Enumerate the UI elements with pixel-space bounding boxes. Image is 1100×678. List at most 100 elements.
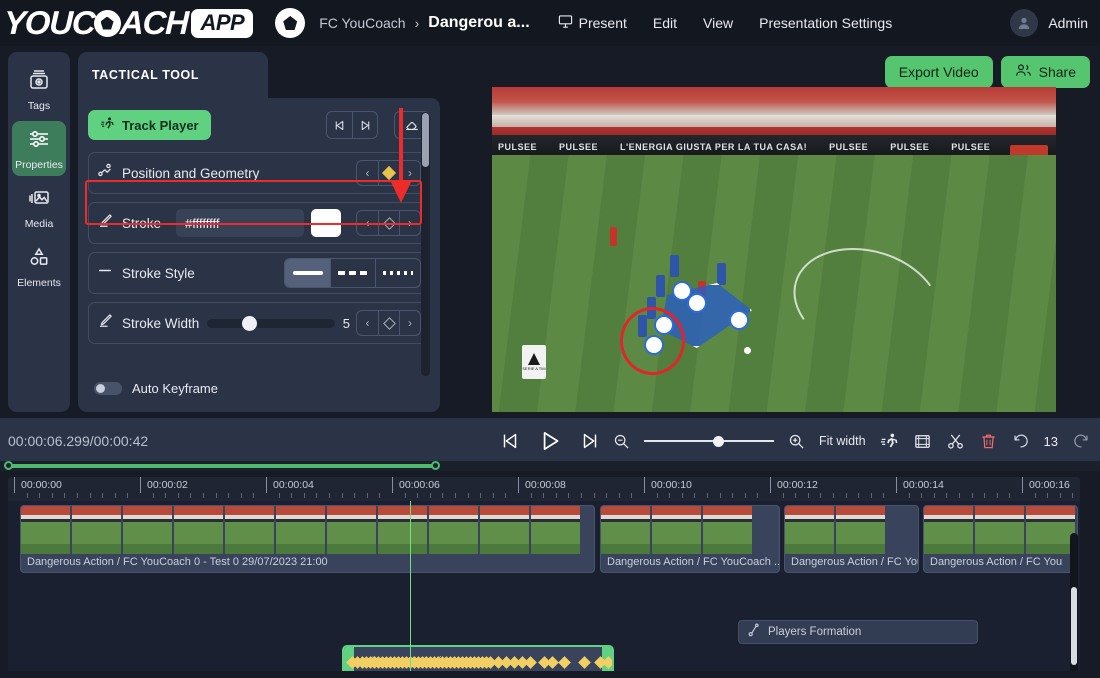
row-stroke-width[interactable]: Stroke Width 5 ‹ › xyxy=(88,302,430,344)
playhead[interactable] xyxy=(410,501,411,671)
sidebar-item-elements[interactable]: Elements xyxy=(12,239,66,294)
fit-width-button[interactable]: Fit width xyxy=(819,434,866,448)
ruler-minor-tick xyxy=(719,493,721,498)
stroke-style-dotted-option[interactable] xyxy=(375,259,420,287)
menu-item-present[interactable]: Present xyxy=(558,14,627,32)
stroke-width-prev-keyframe-button[interactable]: ‹ xyxy=(357,311,378,335)
serie-a-watermark-label: SERIE A TIM xyxy=(522,366,546,371)
range-handle-left[interactable] xyxy=(4,461,13,470)
timeline-element-clip[interactable]: Players Formation xyxy=(738,620,978,644)
shape-handle-2[interactable] xyxy=(687,293,707,313)
undo-icon[interactable] xyxy=(1012,432,1030,450)
track-player-icon[interactable] xyxy=(880,432,899,451)
stroke-color-input[interactable]: #ffffffff xyxy=(176,209,305,237)
ad-text-2: L'ENERGIA GIUSTA PER LA TUA CASA! xyxy=(620,142,808,152)
menu-item-presentation-settings[interactable]: Presentation Settings xyxy=(759,15,892,31)
next-keyframe-button[interactable] xyxy=(352,112,377,138)
ruler-minor-tick xyxy=(1009,493,1011,498)
ruler-minor-tick xyxy=(492,493,494,498)
position-keyframe-controls: ‹ › xyxy=(356,160,421,186)
tactical-panel-scrollbar-thumb[interactable] xyxy=(422,113,429,167)
menu-item-view[interactable]: View xyxy=(703,15,733,31)
ruler-minor-tick xyxy=(1034,493,1036,498)
keyframe-marker[interactable] xyxy=(578,656,591,669)
stroke-width-slider-knob[interactable] xyxy=(241,315,257,331)
timeline-clip[interactable]: Dangerous Action / FC You xyxy=(923,505,1078,573)
ruler-minor-tick xyxy=(883,493,885,498)
sidebar-item-media[interactable]: Media xyxy=(12,180,66,235)
export-video-button[interactable]: Export Video xyxy=(884,56,993,88)
stroke-width-keyframe-toggle[interactable] xyxy=(378,311,399,335)
share-button[interactable]: Share xyxy=(1000,56,1090,88)
row-position-and-geometry[interactable]: Position and Geometry ‹ › xyxy=(88,152,430,194)
play-icon[interactable] xyxy=(537,428,563,454)
keyframe-marker[interactable] xyxy=(524,656,537,669)
transport-controls xyxy=(499,428,601,454)
stroke-style-dashed-option[interactable] xyxy=(330,259,375,287)
time-display: 00:00:06.299/00:00:42 xyxy=(8,433,148,449)
position-prev-keyframe-button[interactable]: ‹ xyxy=(357,161,378,185)
row-stroke[interactable]: Stroke #ffffffff ‹ › xyxy=(88,202,430,244)
timeline-clip[interactable]: Dangerous Action / FC YouCoach 0 - Test … xyxy=(20,505,595,573)
ruler-minor-tick xyxy=(89,493,91,498)
zoom-in-icon[interactable] xyxy=(788,433,805,450)
sidebar-item-tags[interactable]: Tags xyxy=(12,62,66,117)
tactical-panel-scrollbar[interactable] xyxy=(421,112,430,376)
ruler-minor-tick xyxy=(732,493,734,498)
stroke-style-solid-option[interactable] xyxy=(285,259,330,287)
redo-icon[interactable] xyxy=(1072,432,1090,450)
track-player-button[interactable]: Track Player xyxy=(88,110,211,140)
shape-handle-3[interactable] xyxy=(729,310,749,330)
stroke-color-swatch[interactable] xyxy=(311,209,342,237)
menu-item-edit[interactable]: Edit xyxy=(653,15,677,31)
breadcrumb-current: Dangerou a... xyxy=(428,14,530,31)
timeline-vertical-scrollbar-thumb[interactable] xyxy=(1071,587,1077,665)
current-time: 00:00:06.299 xyxy=(8,433,90,449)
position-keyframe-toggle[interactable] xyxy=(378,161,399,185)
ruler-minor-tick xyxy=(959,493,960,498)
trash-icon[interactable] xyxy=(979,432,998,451)
youcoach-logo[interactable]: YOUC ACH APP xyxy=(0,4,254,42)
playback-bar: 00:00:06.299/00:00:42 Fit width 13 xyxy=(0,418,1100,464)
timeline-vertical-scrollbar[interactable] xyxy=(1070,533,1078,671)
row-stroke-style[interactable]: Stroke Style xyxy=(88,252,430,294)
stroke-width-next-keyframe-button[interactable]: › xyxy=(399,311,420,335)
ruler-tick-label: 00:00:16 xyxy=(1029,479,1070,491)
timeline-clip[interactable]: Dangerous Action / FC YouCo... xyxy=(784,505,919,573)
selected-keyframe-clip[interactable]: Strumento tattico xyxy=(342,645,614,671)
breadcrumb-org[interactable]: FC YouCoach xyxy=(319,15,405,31)
timeline-range-bar[interactable] xyxy=(0,461,1100,471)
position-next-keyframe-button[interactable]: › xyxy=(399,161,420,185)
highlight-circle[interactable] xyxy=(620,307,685,375)
zoom-out-icon[interactable] xyxy=(613,433,630,450)
scissors-icon[interactable] xyxy=(946,432,965,451)
timeline-zoom-slider[interactable] xyxy=(643,435,774,447)
sliders-icon xyxy=(27,127,51,156)
timeline-ruler[interactable]: 00:00:00 00:00:02 00:00:04 00:00:06 00:00:08… xyxy=(8,477,1080,501)
video-preview[interactable]: PULSEE PULSEE L'ENERGIA GIUSTA PER LA TU… xyxy=(492,87,1056,412)
tactical-tool-tab[interactable]: TACTICAL TOOL xyxy=(78,52,268,98)
row-stroke-width-label: Stroke Width xyxy=(122,315,200,331)
stroke-prev-keyframe-button[interactable]: ‹ xyxy=(357,211,378,235)
prev-keyframe-button[interactable] xyxy=(327,112,352,138)
auto-keyframe-control[interactable]: Auto Keyframe xyxy=(94,381,218,396)
keyframe-marker[interactable] xyxy=(558,656,571,669)
sidebar-item-properties[interactable]: Properties xyxy=(12,121,66,176)
timeline-zoom-slider-knob[interactable] xyxy=(712,435,724,447)
ruler-minor-tick xyxy=(530,493,532,498)
range-handle-right[interactable] xyxy=(431,461,440,470)
filmstrip-icon[interactable] xyxy=(913,432,932,451)
timeline-clip[interactable]: Dangerous Action / FC YouCoach .. xyxy=(600,505,780,573)
keyframe-marker[interactable] xyxy=(546,656,559,669)
skip-to-start-icon[interactable] xyxy=(499,430,521,452)
timeline-zoom-slider-track xyxy=(643,440,774,442)
skip-to-end-icon[interactable] xyxy=(579,430,601,452)
auto-keyframe-toggle[interactable] xyxy=(94,382,122,395)
avatar[interactable] xyxy=(1010,9,1039,37)
stroke-keyframe-toggle[interactable] xyxy=(378,211,399,235)
timeline-tracks[interactable]: Dangerous Action / FC YouCoach 0 - Test … xyxy=(8,501,1080,671)
stroke-next-keyframe-button[interactable]: › xyxy=(399,211,420,235)
stroke-width-slider[interactable] xyxy=(207,315,335,331)
clip-thumbnail xyxy=(378,506,427,554)
ruler-minor-tick xyxy=(215,493,217,498)
